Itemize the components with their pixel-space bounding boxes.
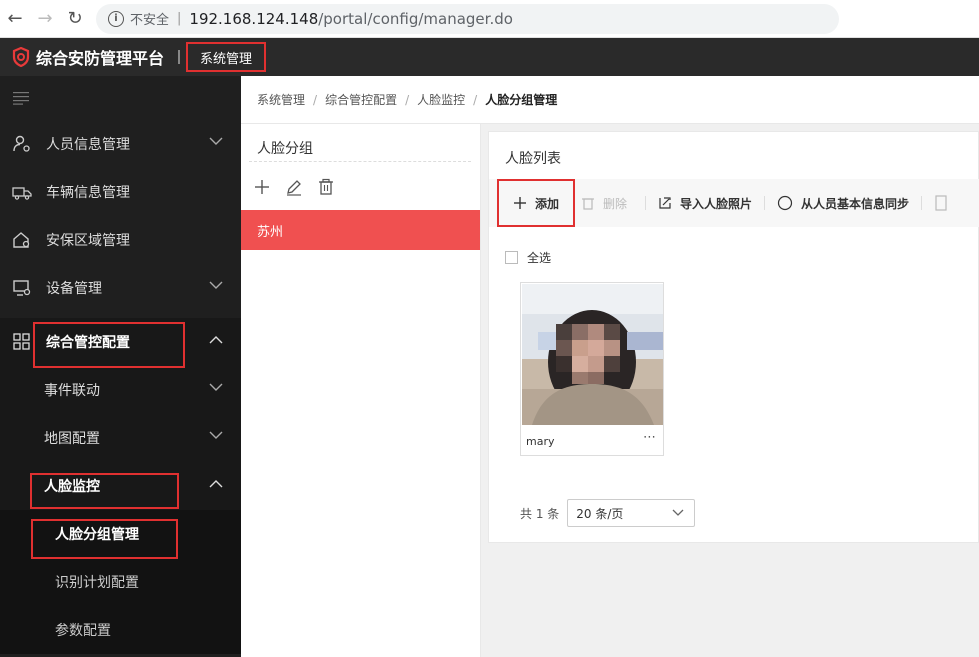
add-button[interactable]: 添加: [497, 179, 576, 227]
chevron-down-icon: [672, 509, 684, 516]
toolbar-divider: [645, 196, 647, 210]
sidebar-item-label: 事件联动: [44, 383, 100, 399]
sync-circle-icon: [777, 195, 793, 211]
forward-arrow-icon[interactable]: →: [30, 4, 60, 34]
toolbar-divider: [764, 196, 766, 210]
group-item-selected[interactable]: 苏州: [241, 210, 480, 250]
breadcrumb-separator: /: [313, 92, 318, 107]
sidebar-item-event-linkage[interactable]: 事件联动: [0, 366, 241, 414]
face-photo: [522, 284, 663, 425]
highlight-box: [31, 519, 178, 559]
app-title: 综合安防管理平台: [36, 49, 165, 68]
shield-logo-icon: [12, 47, 30, 67]
chevron-up-icon: [209, 480, 223, 488]
import-icon: [659, 197, 671, 209]
face-group-panel: 人脸分组 苏州: [241, 124, 481, 657]
face-list-title: 人脸列表: [505, 151, 561, 167]
truck-icon: [12, 187, 32, 200]
header-divider: [178, 50, 181, 64]
reload-icon[interactable]: ↻: [60, 4, 90, 34]
sidebar-item-label: 人员信息管理: [46, 137, 130, 153]
breadcrumb-item[interactable]: 综合管控配置: [325, 91, 397, 108]
sidebar-collapse-toggle[interactable]: [0, 76, 241, 120]
sidebar-item-label: 车辆信息管理: [46, 185, 130, 201]
monitor-gear-icon: [13, 280, 31, 296]
address-separator: |: [177, 11, 182, 26]
sidebar-item-device[interactable]: 设备管理: [0, 264, 241, 312]
browser-toolbar: ← → ↻ i 不安全 | 192.168.124.148 /portal/co…: [0, 0, 979, 38]
sidebar-item-label: 安保区域管理: [46, 233, 130, 249]
delete-button[interactable]: 删除: [581, 195, 627, 212]
chevron-down-icon: [209, 137, 223, 145]
edit-pencil-icon[interactable]: [285, 178, 303, 196]
checkbox[interactable]: [505, 251, 518, 264]
face-name: mary: [526, 435, 555, 448]
person-gear-icon: [13, 135, 30, 152]
sidebar: 人员信息管理 车辆信息管理 安保区域管理 设备管理 综合管控配置 事件联动 地图…: [0, 76, 241, 657]
sidebar-item-person-info[interactable]: 人员信息管理: [0, 120, 241, 168]
import-photos-button[interactable]: 导入人脸照片: [658, 195, 752, 212]
plus-icon: [514, 197, 526, 209]
face-list-panel: 人脸列表 添加 删除 导入人脸照片 从人员基本信息同步 全选 mary ⋯ 共 …: [488, 131, 979, 543]
group-toolbar: [253, 178, 335, 196]
total-count: 共 1 条: [520, 506, 560, 521]
insecure-label: 不安全: [130, 13, 170, 28]
sync-button[interactable]: 从人员基本信息同步: [777, 195, 909, 212]
address-bar[interactable]: i 不安全 | 192.168.124.148 /portal/config/m…: [96, 3, 839, 34]
grid-icon: [13, 333, 30, 350]
select-all-label: 全选: [527, 251, 552, 265]
system-management-menu[interactable]: 系统管理: [186, 42, 267, 72]
highlight-box: [33, 322, 185, 368]
app-header: 综合安防管理平台 系统管理: [0, 38, 979, 76]
divider: [249, 161, 471, 162]
chevron-down-icon: [209, 383, 223, 391]
plus-icon[interactable]: [253, 178, 271, 196]
breadcrumb: 系统管理 / 综合管控配置 / 人脸监控 / 人脸分组管理: [241, 76, 979, 124]
trash-icon[interactable]: [317, 178, 335, 196]
url-host: 192.168.124.148: [189, 9, 319, 28]
house-gear-icon: [13, 232, 30, 248]
sync-label: 从人员基本信息同步: [801, 196, 910, 211]
url-path: /portal/config/manager.do: [318, 9, 513, 28]
sidebar-item-params[interactable]: 参数配置: [0, 606, 241, 654]
hamburger-menu-icon[interactable]: [12, 91, 30, 105]
document-icon[interactable]: [934, 195, 948, 211]
more-options-icon[interactable]: ⋯: [643, 430, 657, 445]
back-arrow-icon[interactable]: ←: [0, 4, 30, 34]
sidebar-item-map-config[interactable]: 地图配置: [0, 414, 241, 462]
sidebar-item-vehicle-info[interactable]: 车辆信息管理: [0, 168, 241, 216]
add-label: 添加: [535, 196, 560, 211]
breadcrumb-separator: /: [405, 92, 410, 107]
chevron-down-icon: [209, 281, 223, 289]
import-label: 导入人脸照片: [680, 196, 753, 211]
sidebar-item-label: 设备管理: [46, 281, 102, 297]
sidebar-item-recognition-plan[interactable]: 识别计划配置: [0, 558, 241, 606]
group-panel-title: 人脸分组: [257, 141, 313, 157]
chevron-down-icon: [209, 431, 223, 439]
chevron-up-icon: [209, 336, 223, 344]
breadcrumb-current: 人脸分组管理: [485, 93, 558, 107]
breadcrumb-item[interactable]: 系统管理: [257, 91, 305, 108]
trash-icon: [582, 198, 595, 210]
pagination: 共 1 条 20 条/页: [520, 499, 696, 527]
breadcrumb-item[interactable]: 人脸监控: [417, 91, 465, 108]
face-list-toolbar: 添加 删除 导入人脸照片 从人员基本信息同步: [489, 179, 979, 227]
breadcrumb-separator: /: [473, 92, 478, 107]
toolbar-divider: [921, 196, 923, 210]
info-icon[interactable]: i: [108, 10, 124, 27]
select-all-checkbox[interactable]: 全选: [505, 249, 551, 266]
sidebar-item-security-area[interactable]: 安保区域管理: [0, 216, 241, 264]
page-size-value: 20 条/页: [576, 506, 624, 521]
sidebar-item-label: 参数配置: [55, 623, 111, 639]
face-card[interactable]: mary ⋯: [520, 282, 664, 456]
sidebar-item-label: 地图配置: [44, 431, 100, 447]
sidebar-item-label: 识别计划配置: [55, 575, 139, 591]
page-size-select[interactable]: 20 条/页: [567, 499, 696, 527]
highlight-box: [30, 473, 179, 509]
delete-label: 删除: [603, 196, 628, 211]
